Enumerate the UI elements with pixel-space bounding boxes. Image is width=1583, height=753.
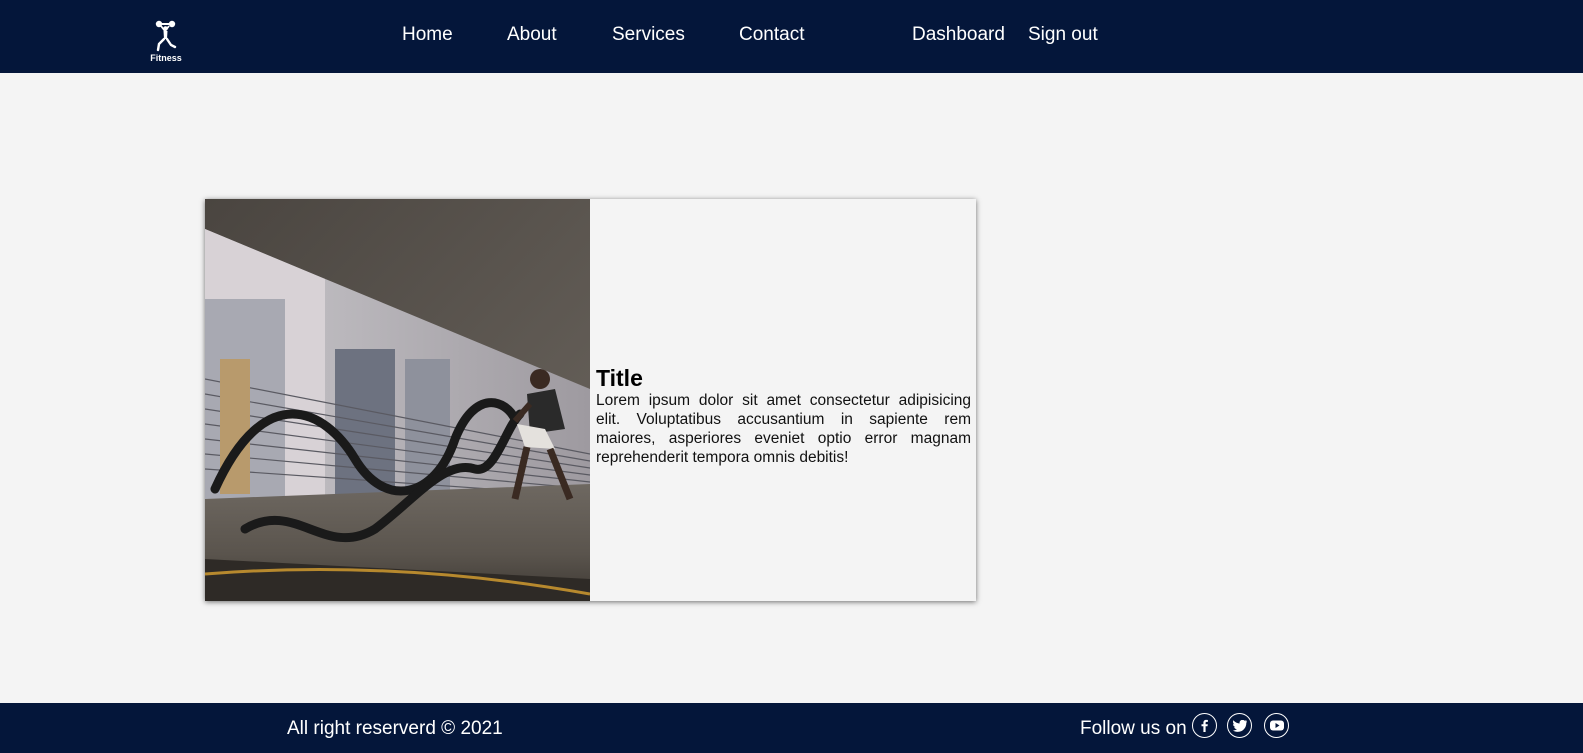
follow-us-label: Follow us on: [1080, 718, 1187, 739]
nav-dashboard[interactable]: Dashboard: [912, 24, 1005, 46]
footer: All right reserverd © 2021 Follow us on: [0, 703, 1583, 753]
card-body: Title Lorem ipsum dolor sit amet consect…: [596, 365, 971, 467]
fitness-logo[interactable]: Fitness: [148, 20, 184, 64]
card-title: Title: [596, 365, 643, 391]
nav-contact[interactable]: Contact: [739, 24, 804, 46]
card-image: [205, 199, 590, 601]
facebook-icon[interactable]: [1192, 713, 1217, 738]
nav-sign-out[interactable]: Sign out: [1028, 24, 1098, 46]
nav-services[interactable]: Services: [612, 24, 685, 46]
card-text: Lorem ipsum dolor sit amet consectetur a…: [596, 392, 971, 466]
battle-ropes-photo: [205, 199, 590, 601]
navbar: Fitness Home About Services Contact Dash…: [0, 0, 1583, 73]
nav-about[interactable]: About: [507, 24, 557, 46]
content-card: Title Lorem ipsum dolor sit amet consect…: [205, 199, 976, 601]
youtube-icon[interactable]: [1264, 713, 1289, 738]
nav-home[interactable]: Home: [402, 24, 453, 46]
twitter-icon[interactable]: [1227, 713, 1252, 738]
copyright-text: All right reserverd © 2021: [287, 718, 503, 739]
weightlifter-icon: [155, 20, 177, 52]
logo-label: Fitness: [150, 53, 182, 63]
